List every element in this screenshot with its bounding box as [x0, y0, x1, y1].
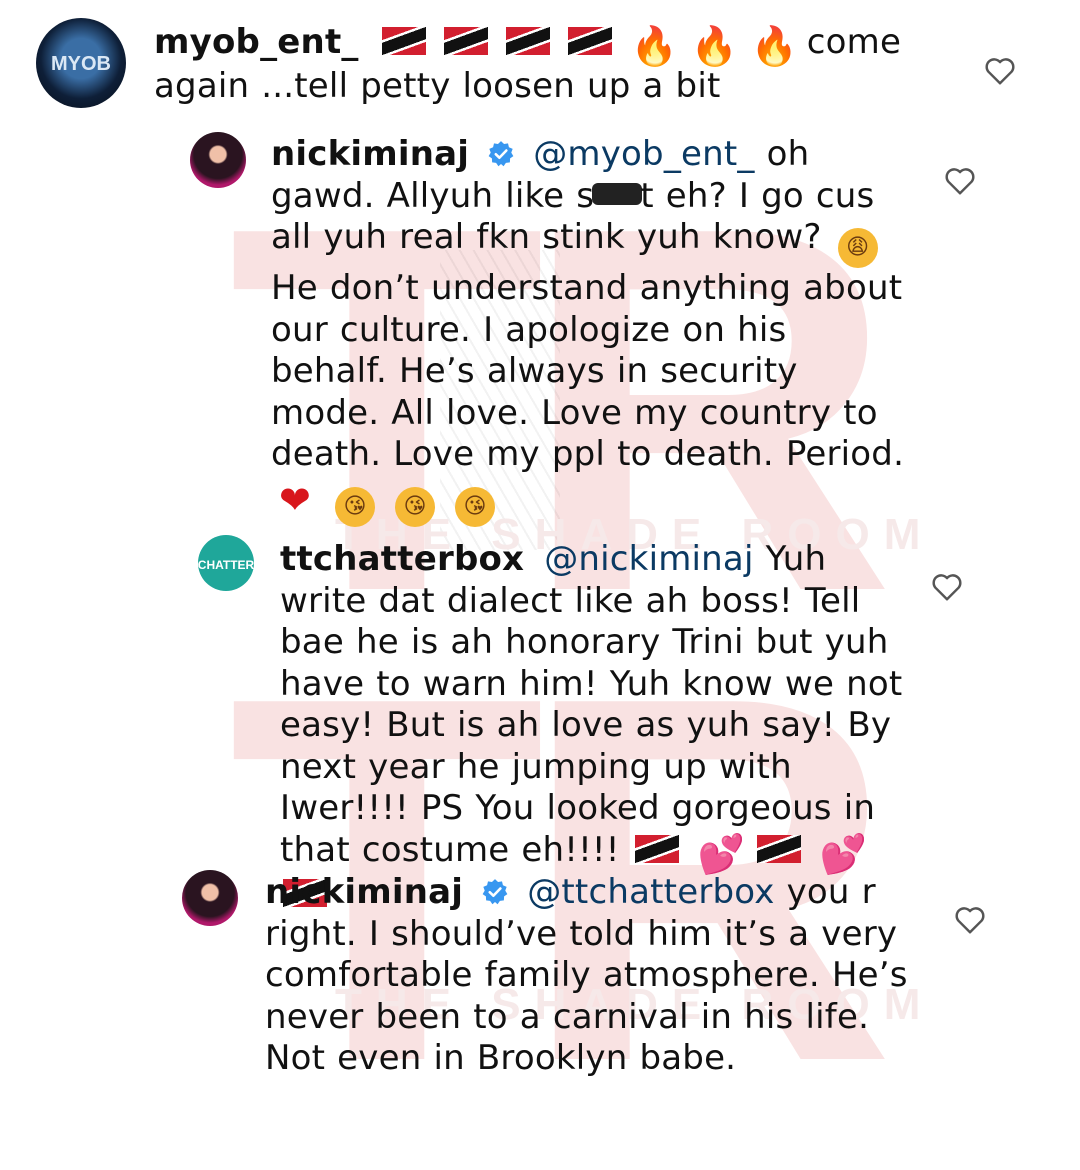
avatar[interactable]: CHATTER: [198, 535, 254, 591]
chatterbox-logo-icon: CHATTER: [198, 558, 254, 572]
trinidad-flag-icon: [505, 27, 550, 55]
svg-text:MYOB: MYOB: [51, 53, 111, 75]
like-heart-icon[interactable]: [943, 166, 977, 196]
comment-text: Yuh write dat dialect like ah boss! Tell…: [280, 539, 903, 870]
comment-ttchatterbox: CHATTER ttchatterbox @nickiminaj Yuh wri…: [0, 535, 1080, 907]
like-heart-icon[interactable]: [953, 905, 987, 935]
comment-body: myob_ent_ 🔥 🔥 🔥 come again ...tell petty…: [154, 22, 914, 108]
censor-mark: [592, 182, 643, 205]
kiss-face-icon: 😘: [335, 486, 376, 527]
kiss-face-icon: 😘: [395, 486, 436, 527]
fire-icon: 🔥: [750, 24, 799, 68]
avatar[interactable]: [190, 132, 246, 188]
trinidad-flag-icon: [381, 27, 426, 55]
trinidad-flag-icon: [443, 27, 488, 55]
username[interactable]: nickiminaj: [265, 872, 463, 912]
comment-text-part: He don’t understand anything about our c…: [271, 268, 905, 474]
like-heart-icon[interactable]: [930, 572, 964, 602]
verified-badge-icon: [488, 141, 514, 167]
kiss-face-icon: 😘: [455, 486, 496, 527]
svg-text:CHATTER: CHATTER: [198, 558, 254, 572]
fire-icon: 🔥: [630, 24, 679, 68]
red-heart-icon: ❤: [278, 477, 312, 522]
like-heart-icon[interactable]: [983, 56, 1017, 86]
weary-face-icon: 😩: [837, 228, 878, 268]
comment-body: nickiminaj @ttchatterbox you r right. I …: [265, 872, 915, 1080]
fire-icon: 🔥: [690, 24, 739, 68]
trinidad-flag-icon: [756, 834, 801, 863]
mention-link[interactable]: @ttchatterbox: [527, 872, 774, 912]
trinidad-flag-icon: [567, 27, 612, 55]
username[interactable]: myob_ent_: [154, 22, 359, 62]
myob-logo-icon: MYOB: [51, 53, 111, 75]
mention-link[interactable]: @nickiminaj: [544, 539, 753, 579]
comment-body: nickiminaj @myob_ent_ oh gawd. Allyuh li…: [271, 134, 911, 527]
comment-nickiminaj-1: nickiminaj @myob_ent_ oh gawd. Allyuh li…: [0, 120, 1080, 527]
username[interactable]: ttchatterbox: [280, 539, 524, 579]
avatar[interactable]: MYOB: [36, 18, 126, 108]
avatar[interactable]: [182, 870, 238, 926]
comment-body: ttchatterbox @nickiminaj Yuh write dat d…: [280, 539, 910, 915]
verified-badge-icon: [482, 879, 508, 905]
mention-link[interactable]: @myob_ent_: [533, 134, 754, 174]
username[interactable]: nickiminaj: [271, 134, 469, 174]
trinidad-flag-icon: [634, 834, 679, 863]
comment-myob: MYOB myob_ent_ 🔥 🔥 🔥 come again ...tell …: [0, 0, 1080, 120]
comment-nickiminaj-2: nickiminaj @ttchatterbox you r right. I …: [0, 868, 1080, 1080]
